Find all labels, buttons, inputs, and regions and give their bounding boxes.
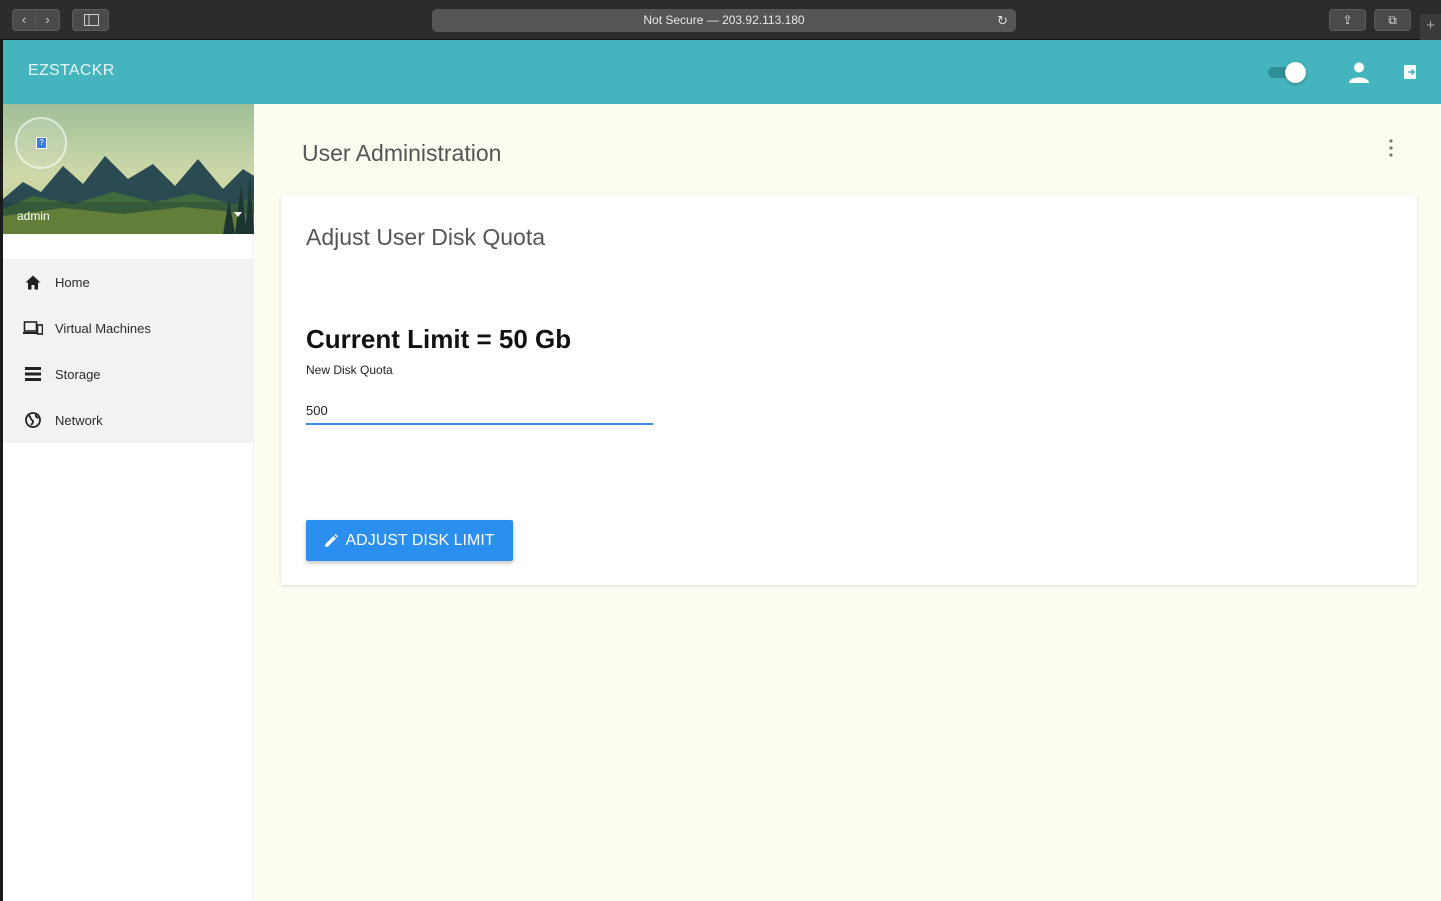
forward-button[interactable]: ›: [36, 9, 60, 31]
disk-quota-input[interactable]: [306, 397, 653, 425]
more-vert-icon[interactable]: [1386, 138, 1396, 158]
sidebar-item-label: Network: [55, 412, 103, 428]
broken-image-icon: ?: [36, 137, 47, 149]
back-button[interactable]: ‹: [12, 9, 36, 31]
sidebar-nav: Home Virtual Machines Storage Network: [3, 259, 254, 443]
toggle-knob: [1285, 62, 1306, 83]
main-content: User Administration Adjust User Disk Quo…: [255, 104, 1441, 901]
new-tab-button[interactable]: +: [1420, 14, 1441, 40]
page-title: User Administration: [302, 140, 502, 166]
tabs-overview-button[interactable]: ⧉: [1374, 9, 1411, 31]
address-text: Not Secure — 203.92.113.180: [643, 13, 805, 27]
pencil-icon: [325, 533, 339, 547]
sidebar-item-label: Storage: [55, 366, 101, 382]
profile-username[interactable]: admin: [17, 209, 50, 223]
sidebar-icon: [84, 14, 99, 26]
sidebar: ? admin Home Virtual Machines Storage Ne…: [3, 104, 254, 901]
profile-banner: ? admin: [3, 104, 254, 234]
logout-icon[interactable]: [1403, 64, 1419, 80]
app-header: EZSTACKR: [3, 40, 1441, 104]
address-bar[interactable]: Not Secure — 203.92.113.180 ↻: [432, 9, 1016, 32]
user-icon[interactable]: [1347, 60, 1371, 84]
sidebar-item-label: Home: [55, 274, 90, 290]
browser-sidebar-button[interactable]: [72, 9, 109, 31]
devices-icon: [23, 318, 43, 338]
adjust-button-label: ADJUST DISK LIMIT: [345, 531, 495, 549]
browser-toolbar: ‹ › Not Secure — 203.92.113.180 ↻ ⇪ ⧉ +: [0, 0, 1441, 40]
adjust-disk-limit-button[interactable]: ADJUST DISK LIMIT: [306, 520, 513, 561]
sidebar-item-label: Virtual Machines: [55, 320, 151, 336]
history-nav: ‹ ›: [12, 9, 60, 31]
avatar[interactable]: ?: [15, 117, 67, 169]
disk-quota-label: New Disk Quota: [306, 363, 393, 377]
sidebar-item-home[interactable]: Home: [3, 259, 254, 305]
disk-quota-card: Adjust User Disk Quota Current Limit = 5…: [281, 195, 1417, 585]
caret-down-icon[interactable]: [234, 212, 242, 217]
sidebar-item-storage[interactable]: Storage: [3, 351, 254, 397]
home-icon: [23, 272, 43, 292]
sidebar-item-network[interactable]: Network: [3, 397, 254, 443]
globe-icon: [23, 410, 43, 430]
theme-toggle[interactable]: [1266, 61, 1308, 83]
card-title: Adjust User Disk Quota: [306, 224, 546, 250]
share-button[interactable]: ⇪: [1329, 9, 1366, 31]
brand-logo[interactable]: EZSTACKR: [28, 62, 115, 80]
storage-icon: [23, 364, 43, 384]
sidebar-item-virtual-machines[interactable]: Virtual Machines: [3, 305, 254, 351]
current-limit-text: Current Limit = 50 Gb: [306, 324, 572, 354]
reload-icon[interactable]: ↻: [997, 9, 1008, 32]
